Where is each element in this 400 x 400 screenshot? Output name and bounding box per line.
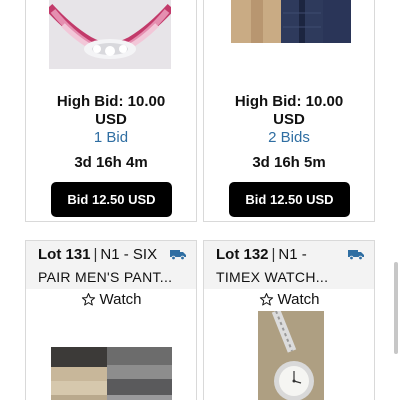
bid-button[interactable]: Bid 12.50 USD xyxy=(51,182,172,217)
watch-label: Watch xyxy=(277,291,320,308)
high-bid-currency: USD xyxy=(273,111,305,128)
watch-toggle[interactable]: Watch xyxy=(26,291,196,308)
time-left: 3d 16h 5m xyxy=(252,154,326,171)
bid-count-link[interactable]: 1 Bid xyxy=(26,129,196,146)
watch-toggle[interactable]: Watch xyxy=(204,291,374,308)
time-left: 3d 16h 4m xyxy=(74,154,148,171)
lot-separator: | xyxy=(271,246,276,263)
star-outline-icon xyxy=(81,293,95,306)
bid-button[interactable]: Bid 12.50 USD xyxy=(229,182,350,217)
bid-count-link[interactable]: 2 Bids xyxy=(204,129,374,146)
jackets-photo[interactable] xyxy=(231,0,351,43)
pants-photo[interactable] xyxy=(51,347,172,400)
lot-title-end: PAIR MEN'S PANT... xyxy=(38,269,173,285)
lot-title-line: Lot 132 | N1 - xyxy=(216,246,307,263)
watch-label: Watch xyxy=(99,291,142,308)
lot-card[interactable]: Lot 132 | N1 - TIMEX WATCH... Watch xyxy=(203,240,375,400)
star-outline-icon xyxy=(259,293,273,306)
lot-title-start: N1 - SIX xyxy=(100,246,158,263)
lot-card[interactable]: Lot 131 | N1 - SIX PAIR MEN'S PANT... Watc… xyxy=(25,240,197,400)
lot-separator: | xyxy=(93,246,98,263)
high-bid-label: High Bid: 10.00 xyxy=(234,93,344,110)
watch-photo[interactable] xyxy=(258,311,324,400)
truck-icon xyxy=(170,250,186,260)
lot-title-start: N1 - xyxy=(278,246,307,263)
truck-icon xyxy=(348,250,364,260)
scrollbar[interactable] xyxy=(394,262,398,354)
lot-number: Lot 131 xyxy=(38,246,91,263)
lot-header[interactable]: Lot 132 | N1 - TIMEX WATCH... xyxy=(204,241,374,289)
necklace-photo[interactable] xyxy=(49,0,171,69)
lot-number: Lot 132 xyxy=(216,246,269,263)
lot-card[interactable]: High Bid: 10.00 USD 1 Bid 3d 16h 4m Bid … xyxy=(25,0,197,222)
lot-title-line: Lot 131 | N1 - SIX xyxy=(38,246,157,263)
lot-card[interactable]: High Bid: 10.00 USD 2 Bids 3d 16h 5m Bid… xyxy=(203,0,375,222)
lot-title-end: TIMEX WATCH... xyxy=(216,269,329,285)
high-bid-label: High Bid: 10.00 xyxy=(56,93,166,110)
high-bid-currency: USD xyxy=(95,111,127,128)
lot-header[interactable]: Lot 131 | N1 - SIX PAIR MEN'S PANT... xyxy=(26,241,196,289)
